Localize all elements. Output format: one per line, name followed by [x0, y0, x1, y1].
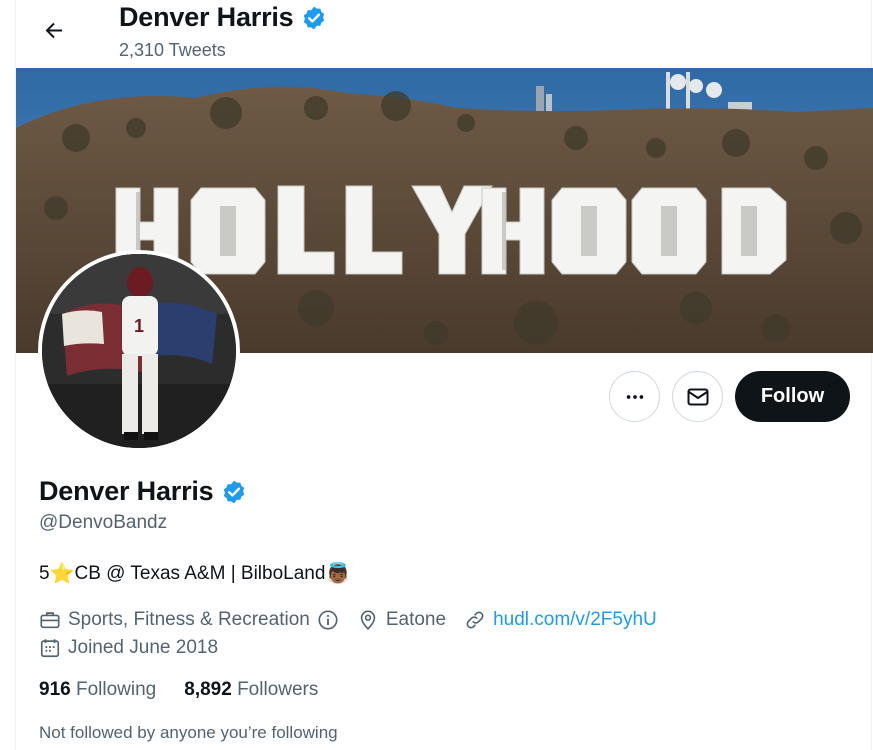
follow-stats: 916 Following 8,892 Followers: [39, 679, 318, 701]
info-icon[interactable]: [317, 609, 339, 631]
profile-avatar[interactable]: 1: [38, 250, 240, 452]
followers-count: 8,892: [184, 679, 238, 700]
social-context-text: Not followed by anyone you’re following: [39, 723, 338, 742]
category-text: Sports, Fitness & Recreation: [68, 609, 310, 630]
following-label: Following: [75, 679, 157, 700]
bio-prefix: 5: [39, 563, 50, 584]
website-item: hudl.com/v/2F5yhU: [464, 609, 657, 631]
header-name-text: Denver Harris: [119, 2, 294, 32]
svg-text:1: 1: [134, 316, 144, 336]
verified-badge-icon[interactable]: [221, 479, 247, 505]
location-pin-icon: [360, 610, 376, 630]
profile-bio: 5 ⭐ CB @ Texas A&M | BilboLand 👼🏾: [39, 563, 350, 585]
verified-badge-icon: [303, 6, 324, 29]
tweet-count: 2,310 Tweets: [119, 40, 226, 60]
profile-display-name: Denver Harris: [39, 476, 247, 507]
more-options-button[interactable]: [609, 371, 660, 422]
star-emoji: ⭐: [49, 563, 75, 585]
link-icon: [466, 611, 484, 629]
followers-stat[interactable]: 8,892 Followers: [184, 679, 318, 701]
profile-meta: Sports, Fitness & Recreation Eatone hudl…: [39, 606, 859, 662]
calendar-icon: [40, 639, 60, 658]
envelope-icon: [687, 388, 708, 405]
profile-name-text: Denver Harris: [39, 476, 214, 506]
bio-text: CB @ Texas A&M | BilboLand: [74, 563, 326, 584]
header-display-name: Denver Harris: [119, 2, 327, 33]
profile-header-bar: Denver Harris 2,310 Tweets: [16, 0, 871, 68]
joined-text: Joined June 2018: [68, 637, 219, 658]
followers-label: Followers: [237, 679, 319, 700]
joined-item: Joined June 2018: [39, 637, 218, 659]
more-icon: [626, 394, 643, 399]
avatar-image: 1: [42, 254, 236, 448]
website-link[interactable]: hudl.com/v/2F5yhU: [493, 609, 657, 631]
following-stat[interactable]: 916 Following: [39, 679, 156, 701]
location-item: Eatone: [357, 609, 446, 631]
follow-button[interactable]: Follow: [735, 371, 850, 422]
message-button[interactable]: [672, 371, 723, 422]
category-item: Sports, Fitness & Recreation: [39, 609, 339, 631]
following-count: 916: [39, 679, 76, 700]
back-arrow-icon: [45, 22, 62, 39]
back-button[interactable]: [36, 12, 72, 48]
location-text: Eatone: [385, 609, 447, 630]
briefcase-icon: [40, 612, 60, 629]
profile-handle: @DenvoBandz: [39, 512, 168, 533]
angel-emoji: 👼🏾: [325, 563, 351, 585]
